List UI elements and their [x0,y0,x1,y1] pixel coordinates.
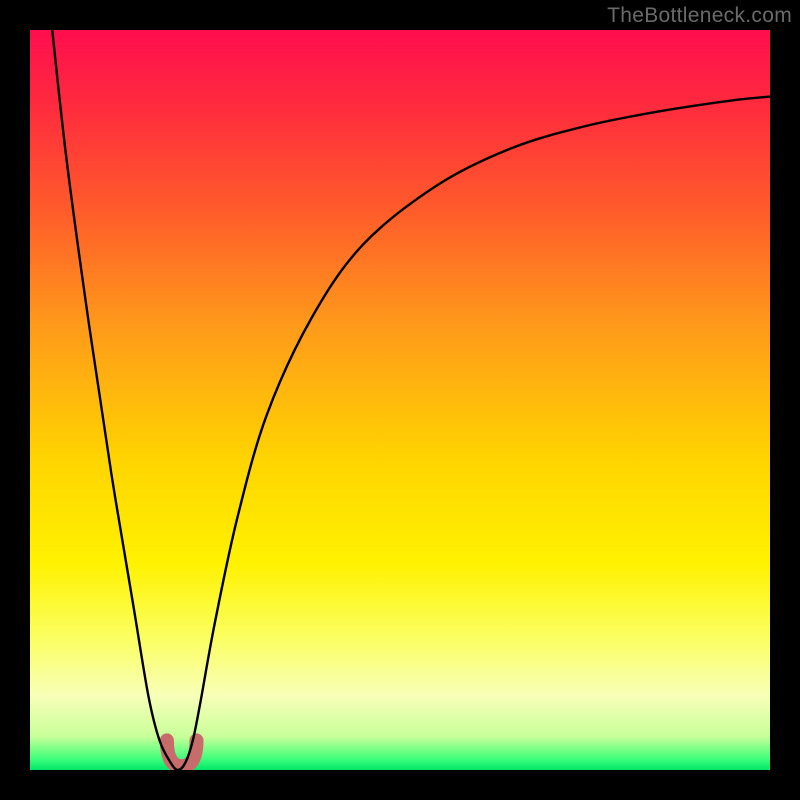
chart-canvas [30,30,770,770]
plot-area [30,30,770,770]
outer-frame: TheBottleneck.com [0,0,800,800]
watermark-text: TheBottleneck.com [607,4,792,28]
